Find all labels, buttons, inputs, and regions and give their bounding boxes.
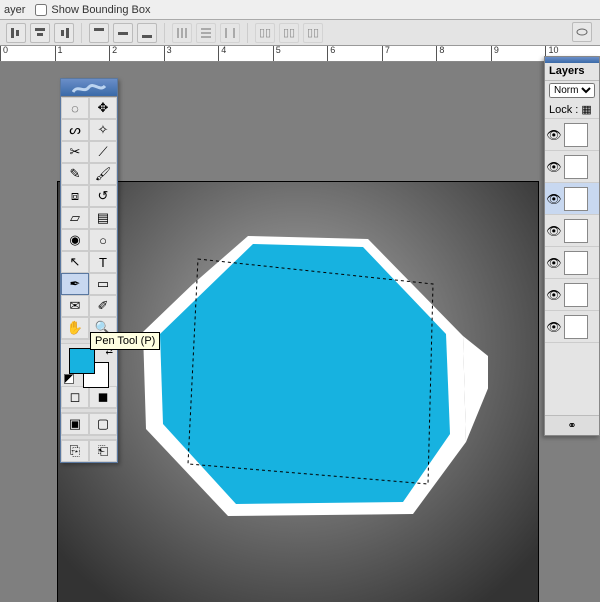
artwork	[108, 214, 488, 554]
notes-tool[interactable]: ✉	[61, 295, 89, 317]
stamp-tool[interactable]: ⧈	[61, 185, 89, 207]
distribute-icon	[196, 23, 216, 43]
show-bounding-box-checkbox[interactable]	[35, 4, 47, 16]
align-icon[interactable]	[89, 23, 109, 43]
ruler-tick: 9	[491, 46, 546, 61]
layer-thumbnail[interactable]	[564, 251, 588, 275]
flap-right	[463, 336, 488, 442]
healing-tool[interactable]: ✎	[61, 163, 89, 185]
quickmask-on-icon[interactable]: ◼	[89, 386, 117, 408]
ruler-tick: 7	[382, 46, 437, 61]
layer-row[interactable]: 👁	[545, 215, 599, 247]
layer-thumbnail[interactable]	[564, 187, 588, 211]
crop-tool[interactable]: ✂	[61, 141, 89, 163]
layer-thumbnail[interactable]	[564, 123, 588, 147]
show-bounding-box-label: Show Bounding Box	[51, 4, 150, 16]
tool-grid: ◌ ✥ ᔕ ✧ ✂ ⟋ ✎ 🖌 ⧈ ↺ ▱ ▤ ◉ ○ ↖ T ✒ ▭ ✉ ✐ …	[61, 97, 117, 344]
ruler-tick: 4	[218, 46, 273, 61]
layer-row[interactable]: 👁	[545, 279, 599, 311]
blend-mode-row: Normal	[545, 81, 599, 101]
pen-tool-tooltip: Pen Tool (P)	[90, 332, 160, 350]
align-icon[interactable]	[113, 23, 133, 43]
wand-tool[interactable]: ✧	[89, 119, 117, 141]
distribute-icon	[220, 23, 240, 43]
align-icon[interactable]	[54, 23, 74, 43]
layer-thumbnail[interactable]	[564, 219, 588, 243]
default-colors-icon[interactable]	[64, 374, 74, 384]
lock-row: Lock : ▦	[545, 101, 599, 119]
ruler-tick: 5	[273, 46, 328, 61]
layer-row[interactable]: 👁	[545, 119, 599, 151]
lasso-tool[interactable]: ᔕ	[61, 119, 89, 141]
layer-row[interactable]: 👁	[545, 151, 599, 183]
align-icon[interactable]	[6, 23, 26, 43]
blur-tool[interactable]: ◉	[61, 229, 89, 251]
layer-thumbnail[interactable]	[564, 315, 588, 339]
menu-bar: ayer Show Bounding Box	[0, 0, 600, 20]
link-icon[interactable]: ⚭	[567, 419, 576, 432]
jump-to-icon[interactable]: ⎘	[61, 440, 89, 462]
layers-panel-footer: ⚭	[545, 415, 599, 435]
toolbox-header[interactable]	[61, 79, 117, 97]
layer-row[interactable]: 👁	[545, 247, 599, 279]
distribute-icon	[172, 23, 192, 43]
ruler-tick: 2	[109, 46, 164, 61]
visibility-eye-icon[interactable]: 👁	[547, 320, 561, 334]
ruler-tick: 8	[436, 46, 491, 61]
gradient-tool[interactable]: ▤	[89, 207, 117, 229]
visibility-eye-icon[interactable]: 👁	[547, 160, 561, 174]
layers-panel: Layers Normal Lock : ▦ 👁 👁 👁 👁 👁 👁 👁 ⚭	[544, 56, 600, 436]
horizontal-ruler: 012345678910	[0, 46, 600, 62]
layer-row[interactable]: 👁	[545, 183, 599, 215]
type-tool[interactable]: T	[89, 251, 117, 273]
history-brush-tool[interactable]: ↺	[89, 185, 117, 207]
lock-transparent-icon[interactable]: ▦	[581, 103, 591, 116]
layer-thumbnail[interactable]	[564, 283, 588, 307]
toolbox-panel: ◌ ✥ ᔕ ✧ ✂ ⟋ ✎ 🖌 ⧈ ↺ ▱ ▤ ◉ ○ ↖ T ✒ ▭ ✉ ✐ …	[60, 78, 118, 463]
pen-tool[interactable]: ✒	[61, 273, 89, 295]
distribute-icon: ▯▯	[279, 23, 299, 43]
screenmode-full-icon[interactable]: ▢	[89, 413, 117, 435]
visibility-eye-icon[interactable]: 👁	[547, 192, 561, 206]
align-icon[interactable]	[137, 23, 157, 43]
lock-label: Lock :	[549, 104, 578, 116]
brush-tool[interactable]: 🖌	[89, 163, 117, 185]
slice-tool[interactable]: ⟋	[89, 141, 117, 163]
ruler-tick: 1	[55, 46, 110, 61]
options-bar: ▯▯ ▯▯ ▯▯	[0, 20, 600, 46]
path-select-tool[interactable]: ↖	[61, 251, 89, 273]
visibility-eye-icon[interactable]: 👁	[547, 128, 561, 142]
align-icon[interactable]	[30, 23, 50, 43]
hand-tool[interactable]: ✋	[61, 317, 89, 339]
screenmode-standard-icon[interactable]: ▣	[61, 413, 89, 435]
marquee-tool[interactable]: ◌	[61, 97, 89, 119]
ruler-tick: 6	[327, 46, 382, 61]
visibility-eye-icon[interactable]: 👁	[547, 288, 561, 302]
visibility-eye-icon[interactable]: 👁	[547, 256, 561, 270]
distribute-icon: ▯▯	[255, 23, 275, 43]
layer-row[interactable]: 👁	[545, 311, 599, 343]
layer-thumbnail[interactable]	[564, 155, 588, 179]
visibility-eye-icon[interactable]: 👁	[547, 224, 561, 238]
palette-well-icon[interactable]	[572, 22, 592, 42]
document-canvas[interactable]	[58, 182, 538, 602]
menu-layer[interactable]: ayer	[4, 4, 25, 16]
eraser-tool[interactable]: ▱	[61, 207, 89, 229]
color-swatches: ⇄	[61, 344, 117, 386]
foreground-color-swatch[interactable]	[69, 348, 95, 374]
ruler-tick: 0	[0, 46, 55, 61]
show-bounding-box-option[interactable]: Show Bounding Box	[35, 4, 150, 16]
layers-tab[interactable]: Layers	[545, 63, 599, 81]
eyedropper-tool[interactable]: ✐	[89, 295, 117, 317]
distribute-icon: ▯▯	[303, 23, 323, 43]
quickmask-off-icon[interactable]: ◻	[61, 386, 89, 408]
ruler-tick: 3	[164, 46, 219, 61]
dodge-tool[interactable]: ○	[89, 229, 117, 251]
blend-mode-select[interactable]: Normal	[549, 83, 595, 98]
jump-to-icon[interactable]: ⎗	[89, 440, 117, 462]
move-tool[interactable]: ✥	[89, 97, 117, 119]
shape-tool[interactable]: ▭	[89, 273, 117, 295]
